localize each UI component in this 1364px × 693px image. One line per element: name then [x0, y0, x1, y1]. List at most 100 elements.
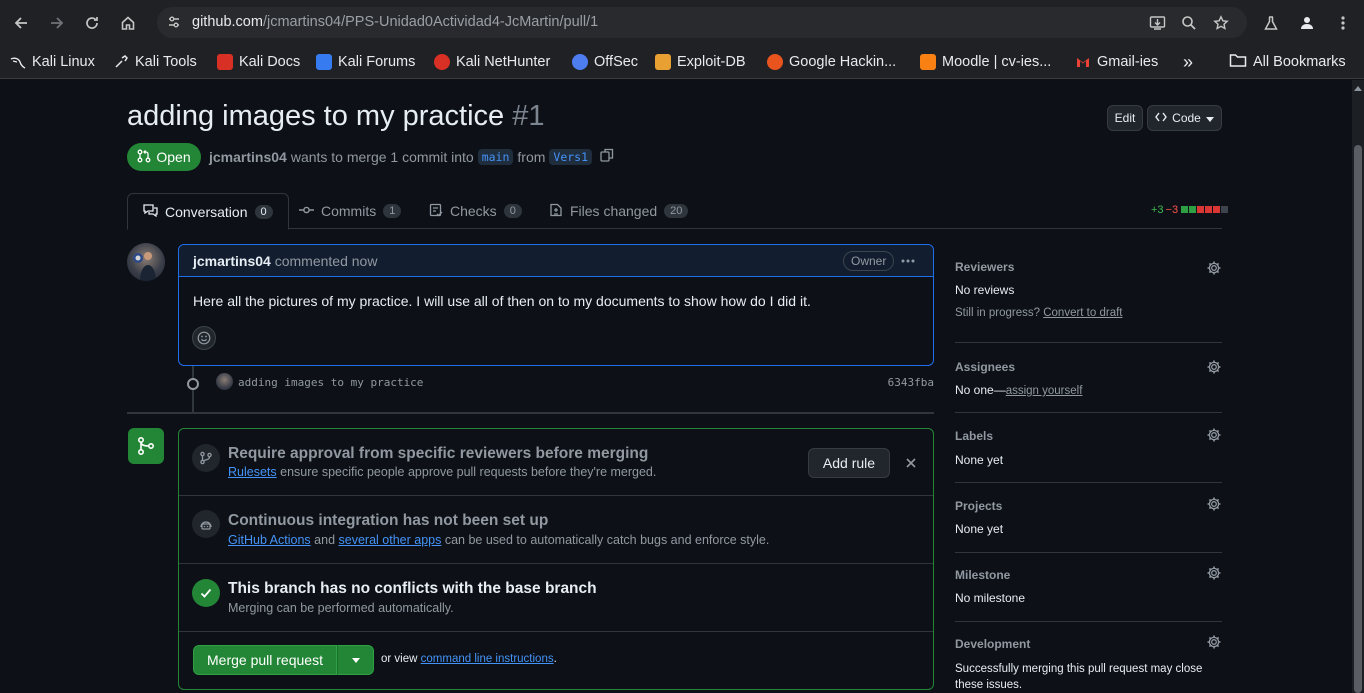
- sidebar-projects-title[interactable]: Projects: [955, 499, 1002, 513]
- sidebar-assignees: Assignees No one—assign yourself: [955, 343, 1222, 413]
- comment-body: Here all the pictures of my practice. I …: [193, 293, 811, 309]
- sidebar-development-title[interactable]: Development: [955, 637, 1030, 651]
- install-app-icon[interactable]: [1143, 9, 1171, 37]
- back-icon[interactable]: [7, 9, 35, 37]
- gear-icon[interactable]: [1206, 496, 1222, 512]
- bookmark-exploit-db[interactable]: Exploit-DB: [655, 51, 746, 73]
- merge-method-dropdown[interactable]: [337, 645, 374, 675]
- comment-author[interactable]: jcmartins04 commented now: [193, 253, 377, 269]
- gear-icon[interactable]: [1206, 359, 1222, 375]
- command-line-hint: or view command line instructions.: [381, 653, 557, 665]
- owner-badge: Owner: [843, 251, 895, 271]
- bookmark-kali-linux[interactable]: Kali Linux: [10, 51, 95, 73]
- address-bar[interactable]: github.com/jcmartins04/PPS-Unidad0Activi…: [157, 7, 1247, 38]
- forums-icon: [316, 54, 332, 70]
- edit-title-button[interactable]: Edit: [1107, 105, 1143, 131]
- sidebar-reviewers-title[interactable]: Reviewers: [955, 260, 1014, 274]
- code-dropdown-button[interactable]: Code: [1147, 105, 1222, 131]
- browser-toolbar: github.com/jcmartins04/PPS-Unidad0Activi…: [0, 0, 1364, 45]
- close-icon[interactable]: [905, 456, 917, 468]
- pr-meta: jcmartins04 wants to merge 1 commit into…: [209, 148, 614, 165]
- pr-state-badge: Open: [127, 143, 201, 171]
- merge-pull-request-button[interactable]: Merge pull request: [193, 645, 337, 675]
- ci-title: Continuous integration has not been set …: [228, 512, 549, 529]
- scrollbar-thumb[interactable]: [1354, 145, 1362, 693]
- base-branch[interactable]: main: [477, 148, 514, 165]
- git-branch-icon: [192, 444, 220, 472]
- diffstat-removed: −3: [1165, 204, 1179, 216]
- head-branch[interactable]: Vers1: [549, 148, 593, 165]
- offsec-icon: [572, 54, 588, 70]
- tab-checks[interactable]: Checks 0: [429, 193, 522, 229]
- caret-down-icon: [1205, 111, 1214, 125]
- sidebar-milestone-title[interactable]: Milestone: [955, 568, 1010, 582]
- conflicts-section: This branch has no conflicts with the ba…: [179, 564, 933, 632]
- all-bookmarks-button[interactable]: All Bookmarks: [1229, 51, 1346, 73]
- scroll-up-arrow-icon[interactable]: [1354, 84, 1362, 92]
- commit-sha-link[interactable]: 6343fba: [888, 376, 934, 389]
- caret-down-icon: [351, 655, 360, 665]
- bookmark-star-icon[interactable]: [1207, 9, 1235, 37]
- bookmark-kali-docs[interactable]: Kali Docs: [217, 51, 300, 73]
- comment-discussion-icon: [143, 203, 158, 220]
- site-info-icon[interactable]: [165, 13, 183, 31]
- exploit-db-icon: [655, 54, 671, 70]
- gear-icon[interactable]: [1206, 260, 1222, 276]
- profile-icon[interactable]: [1293, 9, 1321, 37]
- sidebar-milestone: Milestone No milestone: [955, 553, 1222, 622]
- gear-icon[interactable]: [1206, 427, 1222, 443]
- rulesets-link[interactable]: Rulesets: [228, 465, 277, 479]
- diffstat-block: [1197, 206, 1205, 213]
- menu-kebab-icon[interactable]: [1329, 9, 1357, 37]
- file-diff-icon: [549, 203, 563, 220]
- command-line-instructions-link[interactable]: command line instructions: [421, 653, 554, 665]
- labs-flask-icon[interactable]: [1257, 9, 1285, 37]
- add-rule-button[interactable]: Add rule: [808, 448, 890, 478]
- workflow-icon: [192, 510, 220, 538]
- avatar[interactable]: [127, 243, 165, 281]
- commit-message-link[interactable]: adding images to my practice: [238, 376, 423, 389]
- copy-icon[interactable]: [600, 148, 614, 165]
- other-apps-link[interactable]: several other apps: [339, 533, 442, 547]
- avatar[interactable]: [216, 373, 233, 390]
- bookmark-offsec[interactable]: OffSec: [572, 51, 638, 73]
- diffstat-block: [1189, 206, 1197, 213]
- assign-yourself-link[interactable]: assign yourself: [1006, 385, 1083, 397]
- github-actions-link[interactable]: GitHub Actions: [228, 533, 311, 547]
- tab-counter: 1: [383, 204, 402, 218]
- git-pull-request-icon: [137, 149, 151, 166]
- tab-counter: 20: [664, 204, 689, 218]
- gear-icon[interactable]: [1206, 565, 1222, 581]
- comment-timestamp[interactable]: commented now: [275, 253, 378, 269]
- sidebar-assignees-title[interactable]: Assignees: [955, 360, 1015, 374]
- tab-conversation[interactable]: Conversation 0: [127, 193, 289, 230]
- forward-icon[interactable]: [43, 9, 71, 37]
- timeline-divider: [127, 412, 934, 414]
- tab-commits[interactable]: Commits 1: [299, 193, 402, 229]
- diffstat-block: [1221, 206, 1229, 213]
- tab-counter: 0: [503, 204, 522, 218]
- home-icon[interactable]: [114, 9, 142, 37]
- bookmark-kali-nethunter[interactable]: Kali NetHunter: [434, 51, 550, 73]
- kali-dragon-icon: [10, 54, 26, 70]
- bookmark-kali-forums[interactable]: Kali Forums: [316, 51, 415, 73]
- bookmark-gmail-ies[interactable]: Gmail-ies: [1075, 51, 1158, 73]
- bookmark-google-hacking[interactable]: Google Hackin...: [767, 51, 896, 73]
- check-icon: [192, 579, 220, 607]
- bookmark-kali-tools[interactable]: Kali Tools: [113, 51, 197, 73]
- bookmark-moodle[interactable]: Moodle | cv-ies...: [920, 51, 1051, 73]
- tab-files-changed[interactable]: Files changed 20: [549, 193, 689, 229]
- more-bookmarks-button[interactable]: »: [1183, 51, 1193, 73]
- gear-icon[interactable]: [1206, 634, 1222, 650]
- comment-options-icon[interactable]: [895, 250, 921, 272]
- merge-box: Require approval from specific reviewers…: [178, 428, 934, 690]
- reload-icon[interactable]: [78, 9, 106, 37]
- ruleset-title: Require approval from specific reviewers…: [228, 445, 649, 462]
- convert-to-draft-link[interactable]: Convert to draft: [1043, 307, 1122, 319]
- sidebar-labels: Labels None yet: [955, 413, 1222, 483]
- sidebar-reviewers: Reviewers No reviews Still in progress? …: [955, 252, 1222, 343]
- sidebar-labels-title[interactable]: Labels: [955, 429, 993, 443]
- pr-author-link[interactable]: jcmartins04: [209, 149, 287, 165]
- zoom-icon[interactable]: [1175, 9, 1203, 37]
- add-reaction-smiley-icon[interactable]: [192, 326, 216, 350]
